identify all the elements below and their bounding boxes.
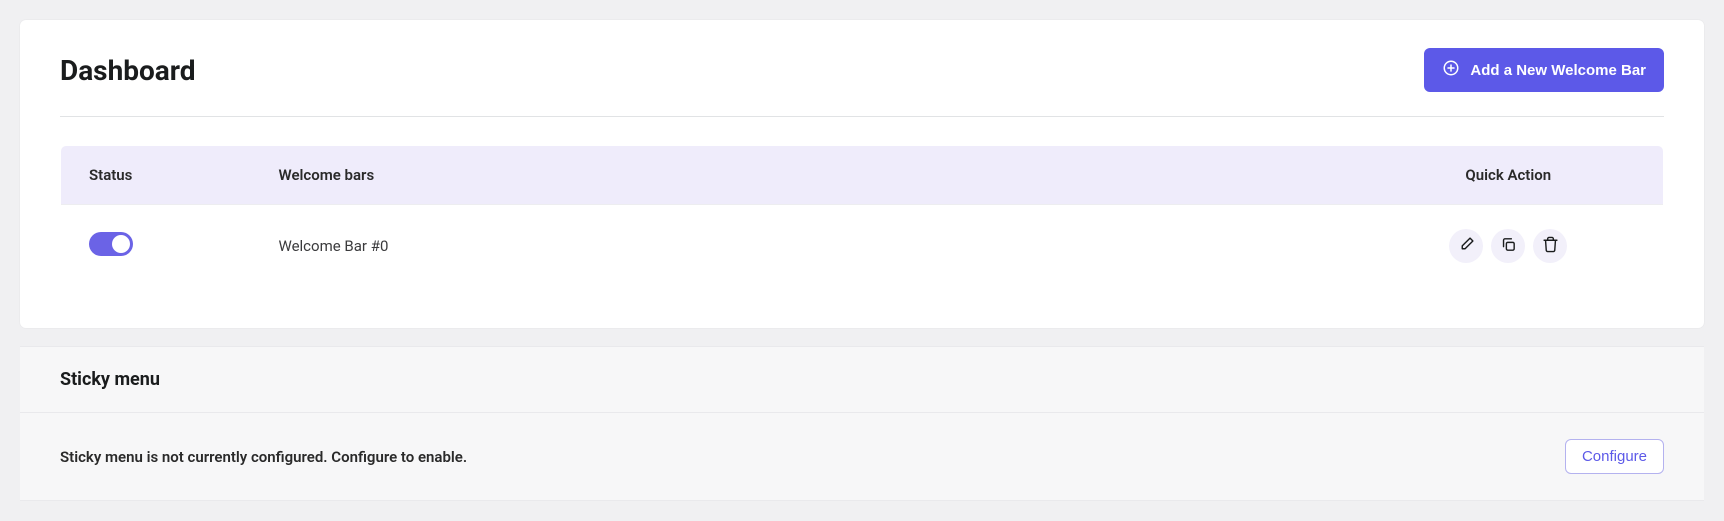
copy-icon	[1500, 236, 1517, 256]
row-actions	[1449, 229, 1567, 263]
welcome-bars-table: Status Welcome bars Quick Action Welcome…	[60, 145, 1664, 288]
col-header-action: Quick Action	[1354, 146, 1664, 205]
table-row: Welcome Bar #0	[61, 205, 1664, 288]
edit-button[interactable]	[1449, 229, 1483, 263]
status-toggle[interactable]	[89, 232, 133, 256]
dashboard-card: Dashboard Add a New Welcome Bar Status W…	[20, 20, 1704, 328]
sticky-header: Sticky menu	[20, 347, 1704, 413]
welcome-bars-table-wrap: Status Welcome bars Quick Action Welcome…	[60, 117, 1664, 328]
sticky-message: Sticky menu is not currently configured.…	[60, 448, 467, 466]
col-header-status: Status	[61, 146, 251, 205]
configure-button[interactable]: Configure	[1565, 439, 1664, 474]
pencil-icon	[1458, 236, 1475, 256]
sticky-title: Sticky menu	[60, 369, 1664, 390]
row-name: Welcome Bar #0	[251, 205, 1354, 288]
page-title: Dashboard	[60, 54, 196, 87]
card-header: Dashboard Add a New Welcome Bar	[60, 48, 1664, 117]
duplicate-button[interactable]	[1491, 229, 1525, 263]
plus-circle-icon	[1442, 59, 1460, 81]
col-header-name: Welcome bars	[251, 146, 1354, 205]
add-button-label: Add a New Welcome Bar	[1470, 62, 1646, 79]
sticky-body: Sticky menu is not currently configured.…	[20, 413, 1704, 500]
add-welcome-bar-button[interactable]: Add a New Welcome Bar	[1424, 48, 1664, 92]
sticky-menu-section: Sticky menu Sticky menu is not currently…	[20, 346, 1704, 501]
delete-button[interactable]	[1533, 229, 1567, 263]
trash-icon	[1542, 236, 1559, 256]
